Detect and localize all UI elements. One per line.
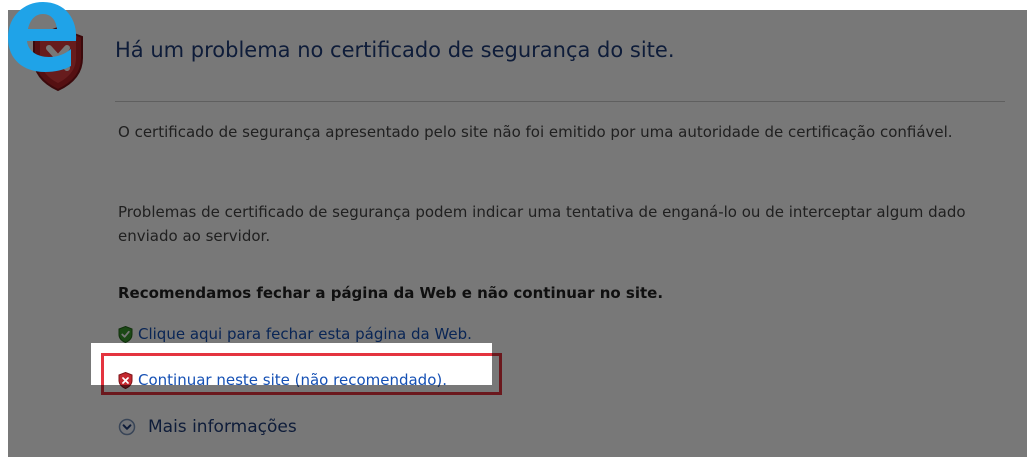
- more-info-toggle[interactable]: Mais informações: [118, 415, 297, 439]
- certificate-error-page: Há um problema no certificado de seguran…: [8, 10, 1027, 457]
- close-page-link-text[interactable]: Clique aqui para fechar esta página da W…: [138, 325, 472, 343]
- recommendation-text: Recomendamos fechar a página da Web e nã…: [118, 284, 664, 302]
- continue-to-site-link[interactable]: Continuar neste site (não recomendado).: [118, 368, 447, 392]
- page-title: Há um problema no certificado de seguran…: [115, 38, 675, 62]
- close-page-link[interactable]: Clique aqui para fechar esta página da W…: [118, 322, 472, 346]
- red-x-shield-icon: [118, 371, 133, 389]
- chevron-down-circle-icon: [118, 418, 136, 436]
- browser-e-logo-icon: [8, 2, 77, 72]
- risk-description: Problemas de certificado de segurança po…: [118, 203, 966, 245]
- certificate-description: O certificado de segurança apresentado p…: [118, 123, 953, 141]
- continue-to-site-link-text[interactable]: Continuar neste site (não recomendado).: [138, 371, 447, 389]
- green-check-shield-icon: [118, 325, 133, 343]
- screenshot-stage: Há um problema no certificado de seguran…: [0, 0, 1027, 457]
- more-info-label: Mais informações: [148, 417, 297, 437]
- title-divider: [115, 101, 1005, 102]
- error-content: Há um problema no certificado de seguran…: [8, 10, 1027, 457]
